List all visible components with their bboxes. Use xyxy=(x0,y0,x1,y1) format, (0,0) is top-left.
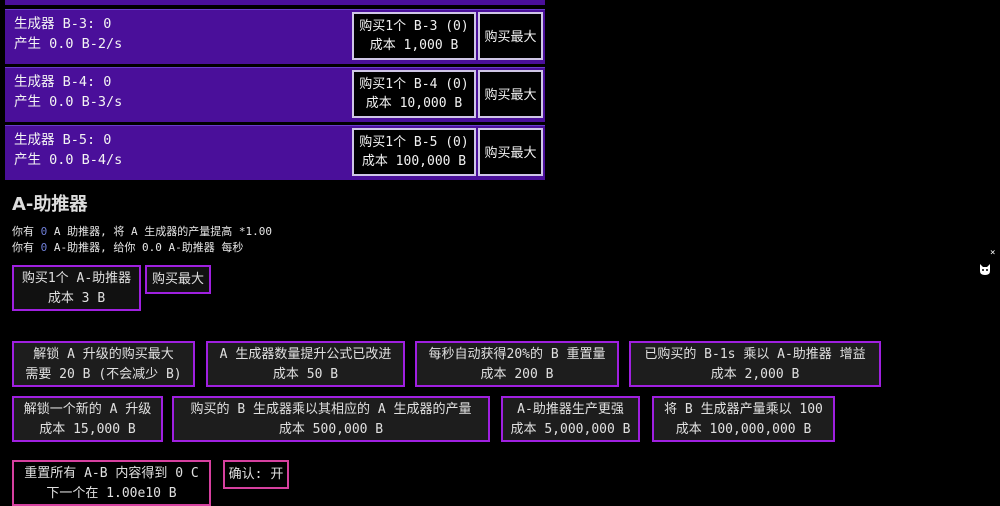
buy-label: 购买1个 B-3 (0) xyxy=(359,19,469,34)
generator-rate: 产生 0.0 B-4/s xyxy=(14,152,123,168)
buy-max-label: 购买最大 xyxy=(151,272,204,287)
upgrade-label: 解锁一个新的 A 升级 xyxy=(23,402,152,417)
upgrade-button[interactable]: 将 B 生成器产量乘以 100 成本 100,000,000 B xyxy=(652,396,835,442)
buy-label: 购买1个 B-5 (0) xyxy=(359,135,469,150)
generator-row-b4: 生成器 B-4: 0 产生 0.0 B-3/s 购买1个 B-4 (0) 成本 10… xyxy=(5,67,545,122)
upgrade-label: 已购买的 B-1s 乘以 A-助推器 增益 xyxy=(644,347,866,362)
booster-info-line-1: 你有 0 A 助推器, 将 A 生成器的产量提高 *1.00 xyxy=(12,223,272,239)
buy-max-b3-button[interactable]: 购买最大 xyxy=(478,12,543,60)
booster-info-line-2: 你有 0 A-助推器, 给你 0.0 A-助推器 每秒 xyxy=(12,239,243,255)
confirm-toggle[interactable]: 确认: 开 xyxy=(223,460,289,489)
buy-max-booster-button[interactable]: 购买最大 xyxy=(145,265,211,294)
upgrade-cost: 成本 50 B xyxy=(272,367,339,382)
generator-row-b3: 生成器 B-3: 0 产生 0.0 B-2/s 购买1个 B-3 (0) 成本 1,… xyxy=(5,9,545,64)
close-icon[interactable]: × xyxy=(990,248,995,258)
reset-label: 重置所有 A-B 内容得到 0 C xyxy=(24,466,199,481)
upgrade-button[interactable]: A 生成器数量提升公式已改进 成本 50 B xyxy=(206,341,405,387)
buy-max-label: 购买最大 xyxy=(484,145,537,161)
buy-one-b3-button[interactable]: 购买1个 B-3 (0) 成本 1,000 B xyxy=(352,12,476,60)
reset-button[interactable]: 重置所有 A-B 内容得到 0 C 下一个在 1.00e10 B xyxy=(12,460,211,506)
upgrade-label: 购买的 B 生成器乘以其相应的 A 生成器的产量 xyxy=(190,402,472,417)
upgrade-button[interactable]: 解锁一个新的 A 升级 成本 15,000 B xyxy=(12,396,163,442)
generator-row-b5: 生成器 B-5: 0 产生 0.0 B-4/s 购买1个 B-5 (0) 成本 10… xyxy=(5,125,545,180)
upgrade-button[interactable]: A-助推器生产更强 成本 5,000,000 B xyxy=(501,396,640,442)
buy-one-booster-button[interactable]: 购买1个 A-助推器 成本 3 B xyxy=(12,265,141,311)
upgrade-cost: 需要 20 B (不会减少 B) xyxy=(25,367,182,382)
upgrade-cost: 成本 15,000 B xyxy=(39,422,136,437)
reset-next: 下一个在 1.00e10 B xyxy=(46,486,177,501)
info-text: A 助推器, 将 A 生成器的产量提高 *1.00 xyxy=(47,225,272,238)
generator-info: 生成器 B-4: 0 产生 0.0 B-3/s xyxy=(14,72,122,112)
upgrade-label: 解锁 A 升级的购买最大 xyxy=(33,347,174,362)
info-text: A-助推器, 给你 0.0 A-助推器 每秒 xyxy=(47,241,244,254)
buy-label: 购买1个 B-4 (0) xyxy=(359,77,469,92)
buy-max-label: 购买最大 xyxy=(484,87,537,103)
confirm-label: 确认: 开 xyxy=(228,467,284,482)
upgrade-cost: 成本 2,000 B xyxy=(710,367,800,382)
generator-rate: 产生 0.0 B-2/s xyxy=(14,36,123,52)
upgrade-button[interactable]: 每秒自动获得20%的 B 重置量 成本 200 B xyxy=(415,341,619,387)
buy-max-b5-button[interactable]: 购买最大 xyxy=(478,128,543,176)
info-text: 你有 xyxy=(12,241,41,254)
upgrade-label: 每秒自动获得20%的 B 重置量 xyxy=(428,347,606,362)
buy-one-b5-button[interactable]: 购买1个 B-5 (0) 成本 100,000 B xyxy=(352,128,476,176)
upgrade-button[interactable]: 解锁 A 升级的购买最大 需要 20 B (不会减少 B) xyxy=(12,341,195,387)
generator-label: 生成器 B-5: 0 xyxy=(14,132,112,148)
generator-label: 生成器 B-4: 0 xyxy=(14,74,112,90)
upgrade-cost: 成本 200 B xyxy=(480,367,554,382)
upgrade-cost: 成本 500,000 B xyxy=(278,422,384,437)
buy-cost: 成本 100,000 B xyxy=(361,154,467,169)
buy-cost: 成本 3 B xyxy=(47,291,106,306)
generator-info: 生成器 B-5: 0 产生 0.0 B-4/s xyxy=(14,130,122,170)
buy-max-label: 购买最大 xyxy=(484,29,537,45)
cat-icon[interactable] xyxy=(978,262,992,276)
buy-cost: 成本 1,000 B xyxy=(369,38,459,53)
upgrade-label: A-助推器生产更强 xyxy=(517,402,624,417)
upgrade-button[interactable]: 购买的 B 生成器乘以其相应的 A 生成器的产量 成本 500,000 B xyxy=(172,396,490,442)
info-text: 你有 xyxy=(12,225,41,238)
upgrade-cost: 成本 5,000,000 B xyxy=(510,422,631,437)
buy-one-b4-button[interactable]: 购买1个 B-4 (0) 成本 10,000 B xyxy=(352,70,476,118)
upgrade-button[interactable]: 已购买的 B-1s 乘以 A-助推器 增益 成本 2,000 B xyxy=(629,341,881,387)
buy-cost: 成本 10,000 B xyxy=(365,96,463,111)
buy-max-b4-button[interactable]: 购买最大 xyxy=(478,70,543,118)
upgrade-label: 将 B 生成器产量乘以 100 xyxy=(664,402,823,417)
upgrade-label: A 生成器数量提升公式已改进 xyxy=(219,347,392,362)
generator-rate: 产生 0.0 B-3/s xyxy=(14,94,123,110)
buy-label: 购买1个 A-助推器 xyxy=(21,271,132,286)
booster-title: A-助推器 xyxy=(12,194,88,215)
generator-label: 生成器 B-3: 0 xyxy=(14,16,112,32)
upgrade-cost: 成本 100,000,000 B xyxy=(675,422,812,437)
generator-info: 生成器 B-3: 0 产生 0.0 B-2/s xyxy=(14,14,122,54)
generator-row-partial xyxy=(5,0,545,5)
